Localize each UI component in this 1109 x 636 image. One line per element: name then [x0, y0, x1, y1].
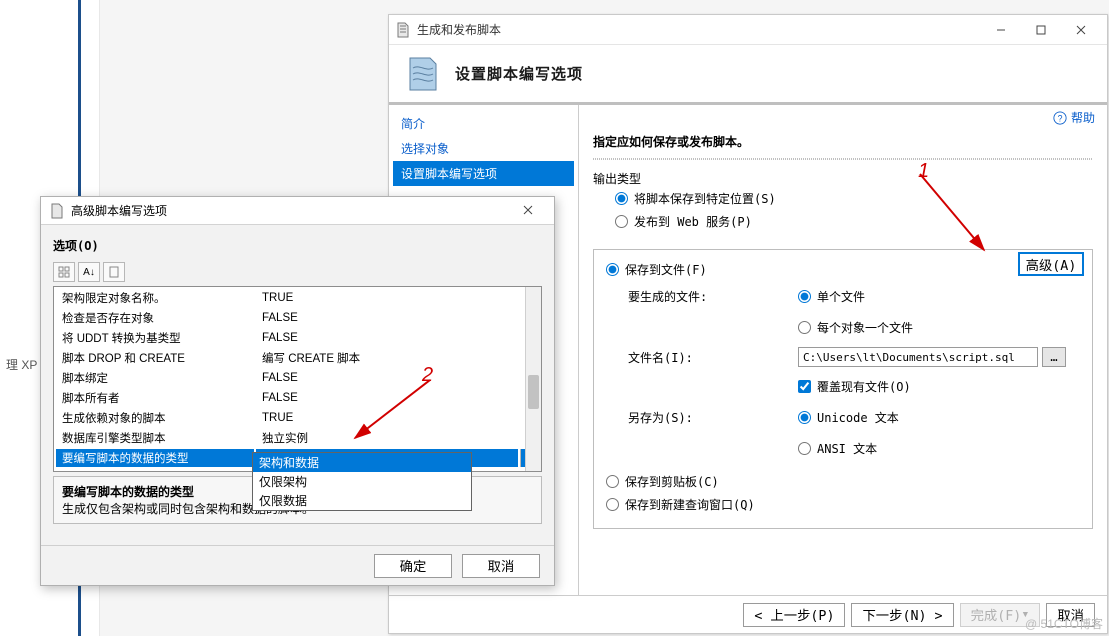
ansi-label: ANSI 文本	[817, 440, 877, 457]
grid-row[interactable]: 脚本所有者FALSE	[56, 389, 539, 407]
tree-text: 理 XP	[6, 356, 37, 373]
nav-script-options[interactable]: 设置脚本编写选项	[393, 161, 574, 186]
prev-button[interactable]: < 上一步(P)	[743, 603, 845, 627]
banner: 设置脚本编写选项	[389, 45, 1107, 105]
script-icon	[403, 54, 443, 94]
banner-title: 设置脚本编写选项	[455, 63, 583, 84]
dropdown-opt-schema-and-data[interactable]: 架构和数据	[253, 453, 471, 472]
ok-button[interactable]: 确定	[374, 554, 452, 578]
dialog-close-button[interactable]	[510, 204, 546, 218]
file-path-input[interactable]	[798, 347, 1038, 367]
overwrite-label: 覆盖现有文件(O)	[817, 378, 911, 395]
help-label: 帮助	[1071, 109, 1095, 126]
output-type-legend: 输出类型	[593, 170, 1093, 187]
file-name-label: 文件名(I):	[628, 349, 798, 366]
radio-publish-web[interactable]	[615, 215, 628, 228]
property-grid[interactable]: 架构限定对象名称。TRUE 检查是否存在对象FALSE 将 UDDT 转换为基类型F…	[53, 286, 542, 472]
cancel-dialog-button[interactable]: 取消	[462, 554, 540, 578]
files-to-gen-label: 要生成的文件:	[628, 288, 798, 305]
close-button[interactable]	[1061, 16, 1101, 44]
radio-single-file-label: 单个文件	[817, 288, 865, 305]
dialog-icon	[49, 203, 65, 219]
window-title: 生成和发布脚本	[417, 21, 981, 38]
radio-save-location-label: 将脚本保存到特定位置(S)	[634, 190, 776, 207]
alphabetical-button[interactable]: A↓	[78, 262, 100, 282]
grid-row[interactable]: 生成依赖对象的脚本TRUE	[56, 409, 539, 427]
overwrite-checkbox[interactable]	[798, 380, 811, 393]
radio-clipboard[interactable]	[606, 475, 619, 488]
nav-select-objects[interactable]: 选择对象	[393, 136, 574, 161]
radio-file-per-object-label: 每个对象一个文件	[817, 319, 913, 336]
advanced-footer: 确定 取消	[41, 545, 554, 585]
output-type-group: 输出类型 将脚本保存到特定位置(S) 发布到 Web 服务(P)	[593, 170, 1093, 237]
dropdown-opt-schema-only[interactable]: 仅限架构	[253, 472, 471, 491]
advanced-title: 高级脚本编写选项	[71, 202, 510, 219]
grid-row[interactable]: 数据库引擎类型脚本独立实例	[56, 429, 539, 447]
svg-text:?: ?	[1058, 113, 1063, 123]
minimize-button[interactable]	[981, 16, 1021, 44]
next-button[interactable]: 下一步(N) >	[851, 603, 953, 627]
property-toolbar: A↓	[53, 258, 542, 286]
radio-new-query[interactable]	[606, 498, 619, 511]
wizard-footer: < 上一步(P) 下一步(N) > 完成(F) 取消	[389, 595, 1107, 633]
grid-row[interactable]: 检查是否存在对象FALSE	[56, 309, 539, 327]
radio-save-to-file[interactable]	[606, 263, 619, 276]
section-heading: 指定应如何保存或发布脚本。	[593, 133, 1093, 150]
app-icon	[395, 22, 411, 38]
grid-row[interactable]: 架构限定对象名称。TRUE	[56, 289, 539, 307]
grid-row[interactable]: 脚本 DROP 和 CREATE编写 CREATE 脚本	[56, 349, 539, 367]
radio-save-to-file-label: 保存到文件(F)	[625, 261, 707, 278]
options-label: 选项(O)	[53, 233, 542, 258]
grid-scrollbar[interactable]	[525, 287, 541, 471]
help-link[interactable]: ? 帮助	[1053, 109, 1095, 126]
maximize-button[interactable]	[1021, 16, 1061, 44]
unicode-label: Unicode 文本	[817, 409, 899, 426]
dropdown-opt-data-only[interactable]: 仅限数据	[253, 491, 471, 510]
radio-single-file[interactable]	[798, 290, 811, 303]
radio-publish-web-label: 发布到 Web 服务(P)	[634, 213, 752, 230]
titlebar: 生成和发布脚本	[389, 15, 1107, 45]
property-pages-button[interactable]	[103, 262, 125, 282]
clipboard-label: 保存到剪贴板(C)	[625, 473, 719, 490]
radio-ansi[interactable]	[798, 442, 811, 455]
save-file-group: 保存到文件(F) 高级(A) 要生成的文件: 单个文件 每个对象一个文件 文件名…	[593, 249, 1093, 529]
advanced-button[interactable]: 高级(A)	[1018, 252, 1084, 276]
watermark: @ 51CTO博客	[1025, 615, 1103, 632]
advanced-dialog: 高级脚本编写选项 选项(O) A↓ 架构限定对象名称。TRUE 检查是否存在对象F…	[40, 196, 555, 586]
nav-intro[interactable]: 简介	[393, 111, 574, 136]
radio-file-per-object[interactable]	[798, 321, 811, 334]
browse-button[interactable]: …	[1042, 347, 1066, 367]
data-type-dropdown[interactable]: 架构和数据 仅限架构 仅限数据	[252, 452, 472, 511]
advanced-titlebar: 高级脚本编写选项	[41, 197, 554, 225]
categorize-button[interactable]	[53, 262, 75, 282]
save-as-label: 另存为(S):	[628, 409, 798, 426]
grid-row[interactable]: 将 UDDT 转换为基类型FALSE	[56, 329, 539, 347]
right-pane: ? 帮助 指定应如何保存或发布脚本。 输出类型 将脚本保存到特定位置(S) 发布…	[579, 105, 1107, 595]
new-query-label: 保存到新建查询窗口(Q)	[625, 496, 755, 513]
divider	[593, 158, 1093, 160]
grid-row[interactable]: 脚本绑定FALSE	[56, 369, 539, 387]
radio-unicode[interactable]	[798, 411, 811, 424]
radio-save-location[interactable]	[615, 192, 628, 205]
